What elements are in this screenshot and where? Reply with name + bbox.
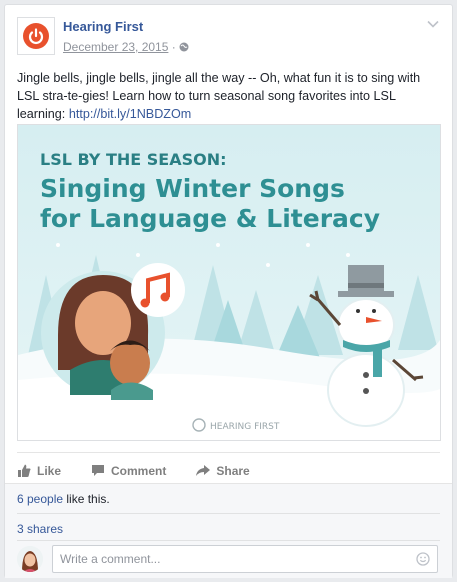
post-date-link[interactable]: December 23, 2015 [63,40,168,54]
comment-input[interactable] [60,547,400,571]
watermark-text: HEARING FIRST [210,422,280,432]
like-button[interactable]: Like [17,464,61,478]
like-label: Like [37,463,62,478]
shares-link[interactable]: 3 shares [17,522,63,536]
divider [17,540,440,541]
thumbs-up-icon [18,464,31,477]
user-avatar [17,546,43,572]
share-label: Share [216,463,250,478]
globe-icon[interactable] [179,42,189,52]
comment-button[interactable]: Comment [91,464,166,478]
post-header: Hearing First December 23, 2015 · [17,17,440,61]
page-name-link[interactable]: Hearing First [63,19,143,34]
post-card: Hearing First December 23, 2015 · Jingle… [4,4,453,578]
post-image[interactable]: LSL BY THE SEASON: Singing Winter Songs … [17,124,441,441]
comment-field[interactable] [52,545,438,573]
image-title-line1: Singing Winter Songs [40,174,345,203]
likes-suffix: like this. [63,492,110,506]
comment-icon [92,465,105,476]
post-stats: 6 people like this. 3 shares [5,483,452,578]
image-title-line2: for Language & Literacy [40,204,380,233]
post-meta: December 23, 2015 · [63,40,189,54]
emoji-icon[interactable] [416,552,430,566]
comment-label: Comment [111,463,167,478]
likes-count-link[interactable]: 6 people [17,492,63,506]
meta-separator: · [171,40,176,54]
image-kicker: LSL BY THE SEASON: [40,150,227,169]
chevron-down-icon[interactable] [426,17,440,31]
share-button[interactable]: Share [196,463,250,478]
post-actions: Like Comment Share [17,452,440,480]
share-arrow-icon [196,464,211,476]
post-text: Jingle bells, jingle bells, jingle all t… [17,69,427,123]
likes-summary: 6 people like this. [17,492,110,506]
page-avatar[interactable] [17,17,55,55]
power-logo-icon [23,23,49,49]
divider [17,513,440,514]
music-note-icon [131,263,185,317]
post-link[interactable]: http://bit.ly/1NBDZOm [69,107,191,121]
